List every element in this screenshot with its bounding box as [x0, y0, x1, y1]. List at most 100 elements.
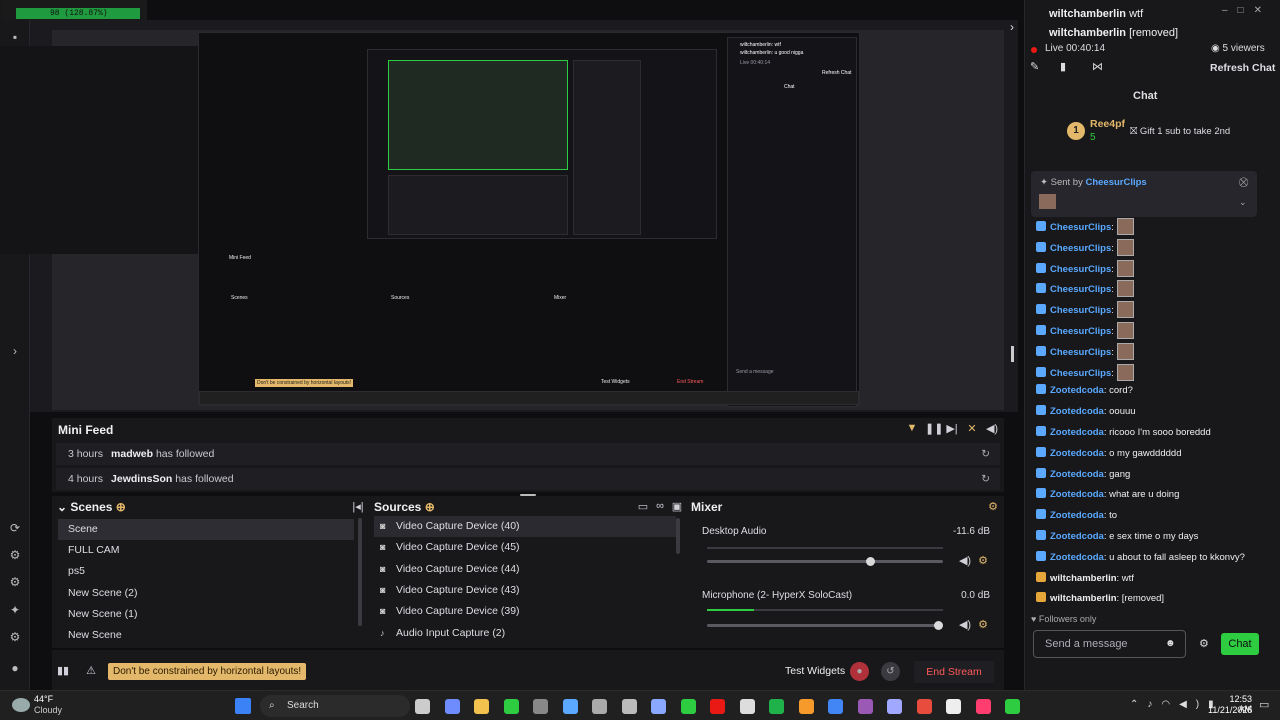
- taskbar-app-icon[interactable]: [415, 699, 430, 714]
- taskbar-app-icon[interactable]: [621, 699, 637, 714]
- panel-resize-handle[interactable]: [1011, 346, 1014, 362]
- taskbar-search[interactable]: ⌕ Search: [260, 695, 410, 717]
- chat-settings-icon[interactable]: ⚙: [1199, 637, 1209, 650]
- scene-item[interactable]: FULL CAM: [58, 540, 354, 561]
- scene-item[interactable]: New Scene: [58, 625, 354, 646]
- folder-icon[interactable]: ▣: [670, 500, 684, 514]
- settings-icon[interactable]: ⚙: [8, 630, 22, 644]
- clock-date[interactable]: 11/21/2025: [1208, 705, 1252, 715]
- profile-icon[interactable]: ●: [8, 661, 22, 675]
- edit-icon[interactable]: ✎: [1030, 60, 1039, 73]
- audio-settings-icon[interactable]: ⚙: [8, 548, 22, 562]
- chat-username[interactable]: CheesurClips: [1050, 284, 1111, 295]
- scene-item[interactable]: ps5: [58, 561, 354, 582]
- clip-thumbnail[interactable]: [1116, 218, 1134, 235]
- chat-username[interactable]: Zootedcoda: [1050, 385, 1104, 396]
- channel-settings-icon[interactable]: ⚙: [976, 618, 990, 632]
- video-settings-icon[interactable]: ⚙: [8, 575, 22, 589]
- sources-scrollbar[interactable]: [676, 518, 680, 554]
- chat-username[interactable]: Zootedcoda: [1050, 489, 1104, 500]
- filter-icon[interactable]: ▼: [905, 422, 919, 436]
- collapse-chat-icon[interactable]: ›: [1010, 20, 1014, 34]
- source-item[interactable]: ◙ Video Capture Device (44): [374, 559, 676, 580]
- chat-username[interactable]: Zootedcoda: [1050, 448, 1104, 459]
- channel-settings-icon[interactable]: ⚙: [976, 554, 990, 568]
- taskbar-app-icon[interactable]: [680, 699, 696, 714]
- chat-username[interactable]: wiltchamberlin: [1050, 573, 1117, 584]
- chat-username[interactable]: Zootedcoda: [1050, 427, 1104, 438]
- taskbar-app-icon[interactable]: [739, 699, 755, 714]
- chat-username[interactable]: CheesurClips: [1050, 222, 1111, 233]
- source-folder-icon[interactable]: ▭: [636, 500, 650, 514]
- taskbar-app-icon[interactable]: [857, 699, 873, 714]
- scenes-scrollbar[interactable]: [358, 518, 362, 626]
- unpin-icon[interactable]: ⛒: [1239, 177, 1248, 188]
- chat-username[interactable]: CheesurClips: [1050, 305, 1111, 316]
- replay-buffer-button[interactable]: ↺: [881, 662, 900, 681]
- taskbar-app-icon[interactable]: [503, 699, 519, 714]
- taskbar-app-icon[interactable]: [710, 699, 725, 714]
- chat-send-button[interactable]: Chat: [1221, 633, 1259, 655]
- taskbar-app-icon[interactable]: [592, 699, 607, 714]
- volume-slider[interactable]: [707, 621, 943, 630]
- chevron-down-icon[interactable]: ⌄: [1239, 197, 1247, 208]
- clip-thumbnail[interactable]: [1116, 280, 1134, 298]
- stats-icon[interactable]: ▮▮: [56, 664, 70, 678]
- studio-mode-icon[interactable]: |◂|: [351, 500, 365, 514]
- taskbar-app-icon[interactable]: [562, 699, 578, 714]
- chat-username[interactable]: CheesurClips: [1050, 326, 1111, 337]
- volume-knob[interactable]: [865, 557, 875, 566]
- chat-username[interactable]: Zootedcoda: [1050, 510, 1104, 521]
- taskbar-app-icon[interactable]: [474, 699, 489, 714]
- taskbar-app-icon[interactable]: [533, 699, 548, 714]
- feed-user[interactable]: JewdinsSon: [111, 473, 172, 485]
- volume-slider[interactable]: [707, 557, 943, 566]
- record-button[interactable]: ●: [850, 662, 869, 681]
- alert-icon[interactable]: ⚠: [84, 664, 98, 678]
- window-controls[interactable]: –□✕: [1222, 5, 1276, 16]
- chat-username[interactable]: wiltchamberlin: [1050, 593, 1117, 604]
- replay-icon[interactable]: ↻: [981, 443, 990, 465]
- source-item[interactable]: ◙ Video Capture Device (40): [374, 516, 676, 537]
- clip-thumbnail[interactable]: [1116, 259, 1134, 277]
- emote-icon[interactable]: ☻: [1165, 638, 1176, 649]
- clip-thumbnail[interactable]: [1116, 342, 1134, 360]
- stream-settings-icon[interactable]: ⟳: [8, 521, 22, 535]
- pinned-user[interactable]: Ree4pf: [1090, 118, 1125, 130]
- volume-icon[interactable]: ◀): [985, 422, 999, 436]
- taskbar-app-icon[interactable]: [916, 699, 932, 714]
- chat-username[interactable]: Zootedcoda: [1050, 552, 1104, 563]
- chat-username[interactable]: Zootedcoda: [1050, 469, 1104, 480]
- scene-item[interactable]: New Scene (1): [58, 604, 354, 625]
- chat-username[interactable]: CheesurClips: [1050, 264, 1111, 275]
- taskbar-app-icon[interactable]: [946, 699, 961, 714]
- replay-icon[interactable]: ↻: [981, 468, 990, 490]
- end-stream-button[interactable]: End Stream: [914, 661, 994, 683]
- taskbar-app-icon[interactable]: [651, 699, 666, 714]
- taskbar-app-icon[interactable]: [828, 699, 843, 714]
- chevron-right-icon[interactable]: ›: [8, 344, 22, 358]
- refresh-chat-button[interactable]: Refresh Chat: [1210, 62, 1275, 74]
- source-item[interactable]: ◙ Video Capture Device (45): [374, 537, 676, 558]
- taskbar-app-icon[interactable]: [769, 699, 784, 714]
- skip-icon[interactable]: ▶|: [945, 422, 959, 436]
- tools-icon[interactable]: ✦: [8, 603, 22, 617]
- layout-warning[interactable]: Don't be constrained by horizontal layou…: [108, 663, 307, 680]
- test-widgets-button[interactable]: Test Widgets: [785, 665, 845, 677]
- chat-username[interactable]: CheesurClips: [1050, 243, 1111, 254]
- clip-thumbnail[interactable]: [1116, 301, 1134, 319]
- source-item[interactable]: ◙ Video Capture Device (39): [374, 601, 676, 622]
- taskbar-app-icon[interactable]: [887, 699, 902, 714]
- notification-icon[interactable]: ▭: [1259, 698, 1273, 712]
- share-icon[interactable]: ⋈: [1092, 60, 1103, 73]
- add-scene-icon[interactable]: ⊕: [116, 500, 126, 514]
- mute-alerts-icon[interactable]: ✕: [965, 422, 979, 436]
- chat-username[interactable]: CheesurClips: [1050, 347, 1111, 358]
- clip-thumbnail[interactable]: [1116, 363, 1134, 381]
- taskbar-app-icon[interactable]: [444, 699, 460, 714]
- popout-icon[interactable]: ▮: [1060, 60, 1066, 73]
- clip-thumbnail[interactable]: [1116, 238, 1134, 256]
- scene-item[interactable]: Scene: [58, 519, 354, 540]
- chat-input[interactable]: Send a message: [1033, 630, 1186, 658]
- scene-item[interactable]: New Scene (2): [58, 583, 354, 604]
